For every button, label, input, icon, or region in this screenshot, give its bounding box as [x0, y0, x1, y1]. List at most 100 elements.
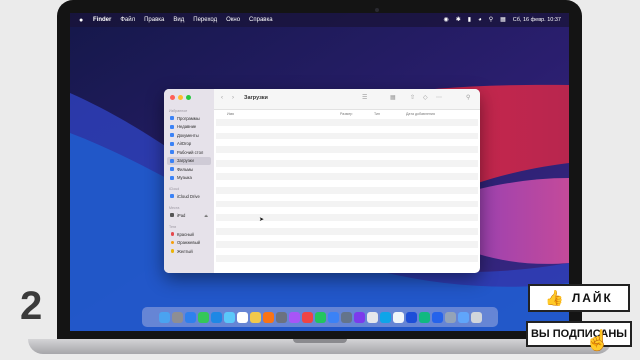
dock-messages-icon[interactable]: [197, 311, 209, 323]
dock-calendar-icon[interactable]: [236, 311, 248, 323]
orange-tag-icon: [170, 240, 174, 245]
sidebar-item-documents[interactable]: Документы: [167, 131, 211, 139]
sidebar-item-label: Документы: [177, 132, 199, 138]
column-size[interactable]: Размер: [340, 112, 352, 116]
hand-pointer-icon: ☝: [585, 330, 610, 352]
menu-edit[interactable]: Правка: [144, 17, 164, 23]
sidebar-tag-yellow[interactable]: Желтый: [167, 247, 211, 255]
dock-appstore-icon[interactable]: [327, 311, 339, 323]
subscribed-button[interactable]: ВЫ ПОДПИСАНЫ: [526, 321, 632, 347]
menu-help[interactable]: Справка: [249, 17, 273, 23]
dock-spotify-icon[interactable]: [314, 311, 326, 323]
dock-notes-icon[interactable]: [249, 311, 261, 323]
sidebar-item-label: Красный: [177, 231, 194, 237]
back-chevron-icon[interactable]: ‹: [221, 95, 223, 101]
sidebar-header-places: Места: [169, 206, 180, 210]
dock-app-icon[interactable]: [405, 311, 417, 323]
file-list[interactable]: [216, 119, 478, 273]
zoom-button[interactable]: [186, 95, 191, 100]
base-notch: [293, 339, 347, 343]
empty-row: [216, 220, 478, 228]
dock-app-icon[interactable]: [431, 311, 443, 323]
tag-icon[interactable]: ◇: [423, 95, 428, 101]
menubar-datetime[interactable]: Сб, 16 февр. 10:37: [513, 17, 561, 23]
control-center-icon[interactable]: ▦: [500, 17, 506, 23]
dock-finder-icon[interactable]: [158, 311, 170, 323]
sidebar-item-label: Музыка: [177, 175, 192, 180]
empty-row: [216, 254, 478, 262]
applications-icon: [170, 116, 174, 120]
like-button[interactable]: 👍 ЛАЙК: [528, 284, 630, 312]
sidebar-tag-red[interactable]: Красный: [167, 230, 211, 238]
apple-menu-icon[interactable]: ●: [79, 17, 86, 24]
menu-file[interactable]: Файл: [120, 17, 135, 23]
trash-icon[interactable]: [470, 311, 482, 323]
action-icon[interactable]: ⋯: [436, 95, 442, 101]
close-button[interactable]: [170, 95, 175, 100]
empty-row: [216, 173, 478, 181]
menu-finder[interactable]: Finder: [93, 17, 111, 23]
share-icon[interactable]: ⇧: [410, 95, 415, 101]
empty-row: [216, 166, 478, 174]
window-title: Загрузки: [244, 95, 268, 101]
minimize-button[interactable]: [178, 95, 183, 100]
airdrop-icon: [170, 141, 174, 146]
forward-chevron-icon[interactable]: ›: [232, 95, 234, 101]
empty-row: [216, 248, 478, 255]
empty-row: [216, 200, 478, 208]
bluetooth-icon[interactable]: ✱: [456, 17, 461, 23]
dock-safari-icon[interactable]: [184, 311, 196, 323]
camera: [375, 8, 379, 12]
list-view-icon[interactable]: ☰: [362, 95, 367, 101]
recents-icon: [170, 124, 174, 129]
dock-telegram-icon[interactable]: [379, 311, 391, 323]
record-icon[interactable]: ◉: [443, 17, 448, 23]
empty-row: [216, 159, 478, 167]
menu-view[interactable]: Вид: [173, 17, 184, 23]
empty-row: [216, 193, 478, 201]
dock-app-icon[interactable]: [366, 311, 378, 323]
wifi-icon[interactable]: ◕: [478, 17, 482, 23]
search-icon[interactable]: ⚲: [466, 95, 470, 101]
dock-app-icon[interactable]: [392, 311, 404, 323]
dock-imovie-icon[interactable]: [288, 311, 300, 323]
dock-settings-icon[interactable]: [340, 311, 352, 323]
column-date-added[interactable]: Дата добавления: [406, 112, 435, 116]
dock-app-icon[interactable]: [418, 311, 430, 323]
laptop-base: [28, 339, 612, 354]
dock-mail-icon[interactable]: [210, 311, 222, 323]
dock-maps-icon[interactable]: [223, 311, 235, 323]
eject-icon[interactable]: ⏏: [204, 213, 208, 218]
sidebar-item-recents[interactable]: Недавние: [167, 123, 211, 131]
column-headers: Имя Размер Тип Дата добавления: [214, 110, 480, 118]
sidebar-item-downloads[interactable]: Загрузки: [167, 156, 211, 165]
dock-reminders-icon[interactable]: [262, 311, 274, 323]
cloud-icon: [170, 194, 174, 198]
sidebar-item-airdrop[interactable]: AirDrop: [167, 140, 211, 148]
empty-row: [216, 214, 478, 221]
dock-podcasts-icon[interactable]: [353, 311, 365, 323]
dock-folder-icon[interactable]: [457, 311, 469, 323]
dock-launchpad-icon[interactable]: [171, 311, 183, 323]
sidebar-tag-orange[interactable]: Оранжевый: [167, 239, 211, 247]
sidebar-item-applications[interactable]: Программы: [167, 114, 211, 122]
sidebar-item-icloud-drive[interactable]: iCloud Drive: [167, 192, 211, 200]
column-kind[interactable]: Тип: [374, 112, 380, 116]
sidebar-item-label: Оранжевый: [177, 240, 200, 245]
dock-photos-icon[interactable]: [275, 311, 287, 323]
menu-go[interactable]: Переход: [193, 17, 217, 23]
search-icon[interactable]: ⚲: [489, 17, 493, 23]
sidebar-item-ipad[interactable]: iPad ⏏: [167, 211, 211, 219]
dock-music-icon[interactable]: [301, 311, 313, 323]
sidebar-item-label: Желтый: [177, 248, 193, 254]
menu-window[interactable]: Окно: [226, 17, 240, 23]
sidebar-item-desktop[interactable]: Рабочий стол: [167, 148, 211, 156]
empty-row: [216, 234, 478, 242]
sidebar-item-label: iPad: [177, 212, 186, 218]
column-name[interactable]: Имя: [227, 112, 234, 116]
battery-icon[interactable]: ▮: [468, 17, 471, 23]
sidebar-item-movies[interactable]: Фильмы: [167, 165, 211, 173]
sidebar-item-music[interactable]: Музыка: [167, 174, 211, 182]
group-icon[interactable]: ▦: [390, 95, 396, 101]
dock-downloads-folder-icon[interactable]: [444, 311, 456, 323]
